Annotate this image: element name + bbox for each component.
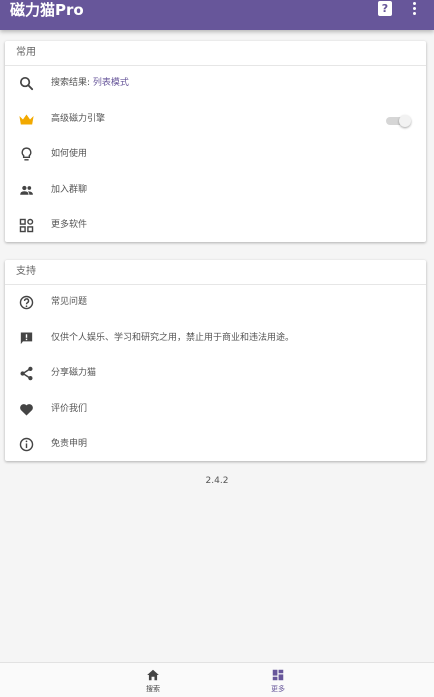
more-vert-icon[interactable] [410, 2, 418, 16]
feedback-icon [20, 331, 33, 344]
support-label: 常见问题 [51, 297, 88, 307]
home-icon [147, 669, 159, 681]
crown-icon [19, 114, 34, 124]
nav-tab-more[interactable]: 更多 [248, 668, 308, 694]
search-icon [19, 76, 34, 91]
support-terms[interactable]: 免责申明 [5, 427, 426, 463]
support-label: 仅供个人娱乐、学习和研究之用，禁止用于商业和违法用途。 [51, 332, 295, 343]
heart-icon [20, 403, 33, 416]
setting-search-results[interactable]: 搜索结果: 列表模式 [5, 66, 426, 102]
group-icon [20, 185, 33, 195]
card-common: 常用 搜索结果: 列表模式 高级磁力引擎 如何使用 加入群聊 更多软件 [5, 41, 426, 242]
bottom-navigation: 搜索 更多 [0, 662, 434, 697]
setting-label: 如何使用 [51, 149, 88, 159]
info-icon [19, 437, 34, 452]
setting-label: 搜索结果: [51, 78, 93, 88]
help-icon[interactable]: ? [378, 1, 392, 16]
nav-label: 更多 [271, 685, 285, 693]
support-label: 评价我们 [51, 403, 88, 414]
card-support: 支持 常见问题 仅供个人娱乐、学习和研究之用，禁止用于商业和违法用途。 分享磁力… [5, 260, 426, 461]
section-header-common: 常用 [5, 41, 426, 66]
support-rate[interactable]: 评价我们 [5, 392, 426, 428]
advanced-engine-toggle[interactable] [383, 114, 411, 127]
nav-label: 搜索 [146, 685, 160, 693]
toggle-thumb [399, 114, 411, 127]
section-header-support: 支持 [5, 260, 426, 285]
support-faq[interactable]: 常见问题 [5, 285, 426, 321]
apps-icon [19, 218, 34, 233]
setting-advanced-engine[interactable]: 高级磁力引擎 [5, 102, 426, 138]
setting-more-apps[interactable]: 更多软件 [5, 208, 426, 244]
help-circle-icon [19, 295, 34, 310]
setting-label: 更多软件 [51, 220, 88, 230]
setting-label: 高级磁力引擎 [51, 113, 106, 124]
app-version: 2.4.2 [205, 476, 229, 486]
support-label: 分享磁力猫 [51, 368, 97, 378]
setting-join-group[interactable]: 加入群聊 [5, 173, 426, 209]
support-label: 免责申明 [51, 439, 88, 449]
support-disclaimer-notice[interactable]: 仅供个人娱乐、学习和研究之用，禁止用于商业和违法用途。 [5, 321, 426, 357]
setting-value: 列表模式 [92, 78, 129, 88]
dashboard-icon [272, 669, 284, 681]
app-bar: 磁力猫Pro ? [0, 0, 434, 30]
nav-tab-search[interactable]: 搜索 [123, 668, 183, 694]
app-title: 磁力猫Pro [10, 1, 84, 19]
setting-label: 加入群聊 [51, 184, 88, 195]
lightbulb-icon [21, 147, 32, 161]
setting-how-to-use[interactable]: 如何使用 [5, 137, 426, 173]
support-share[interactable]: 分享磁力猫 [5, 356, 426, 392]
share-icon [20, 366, 33, 381]
